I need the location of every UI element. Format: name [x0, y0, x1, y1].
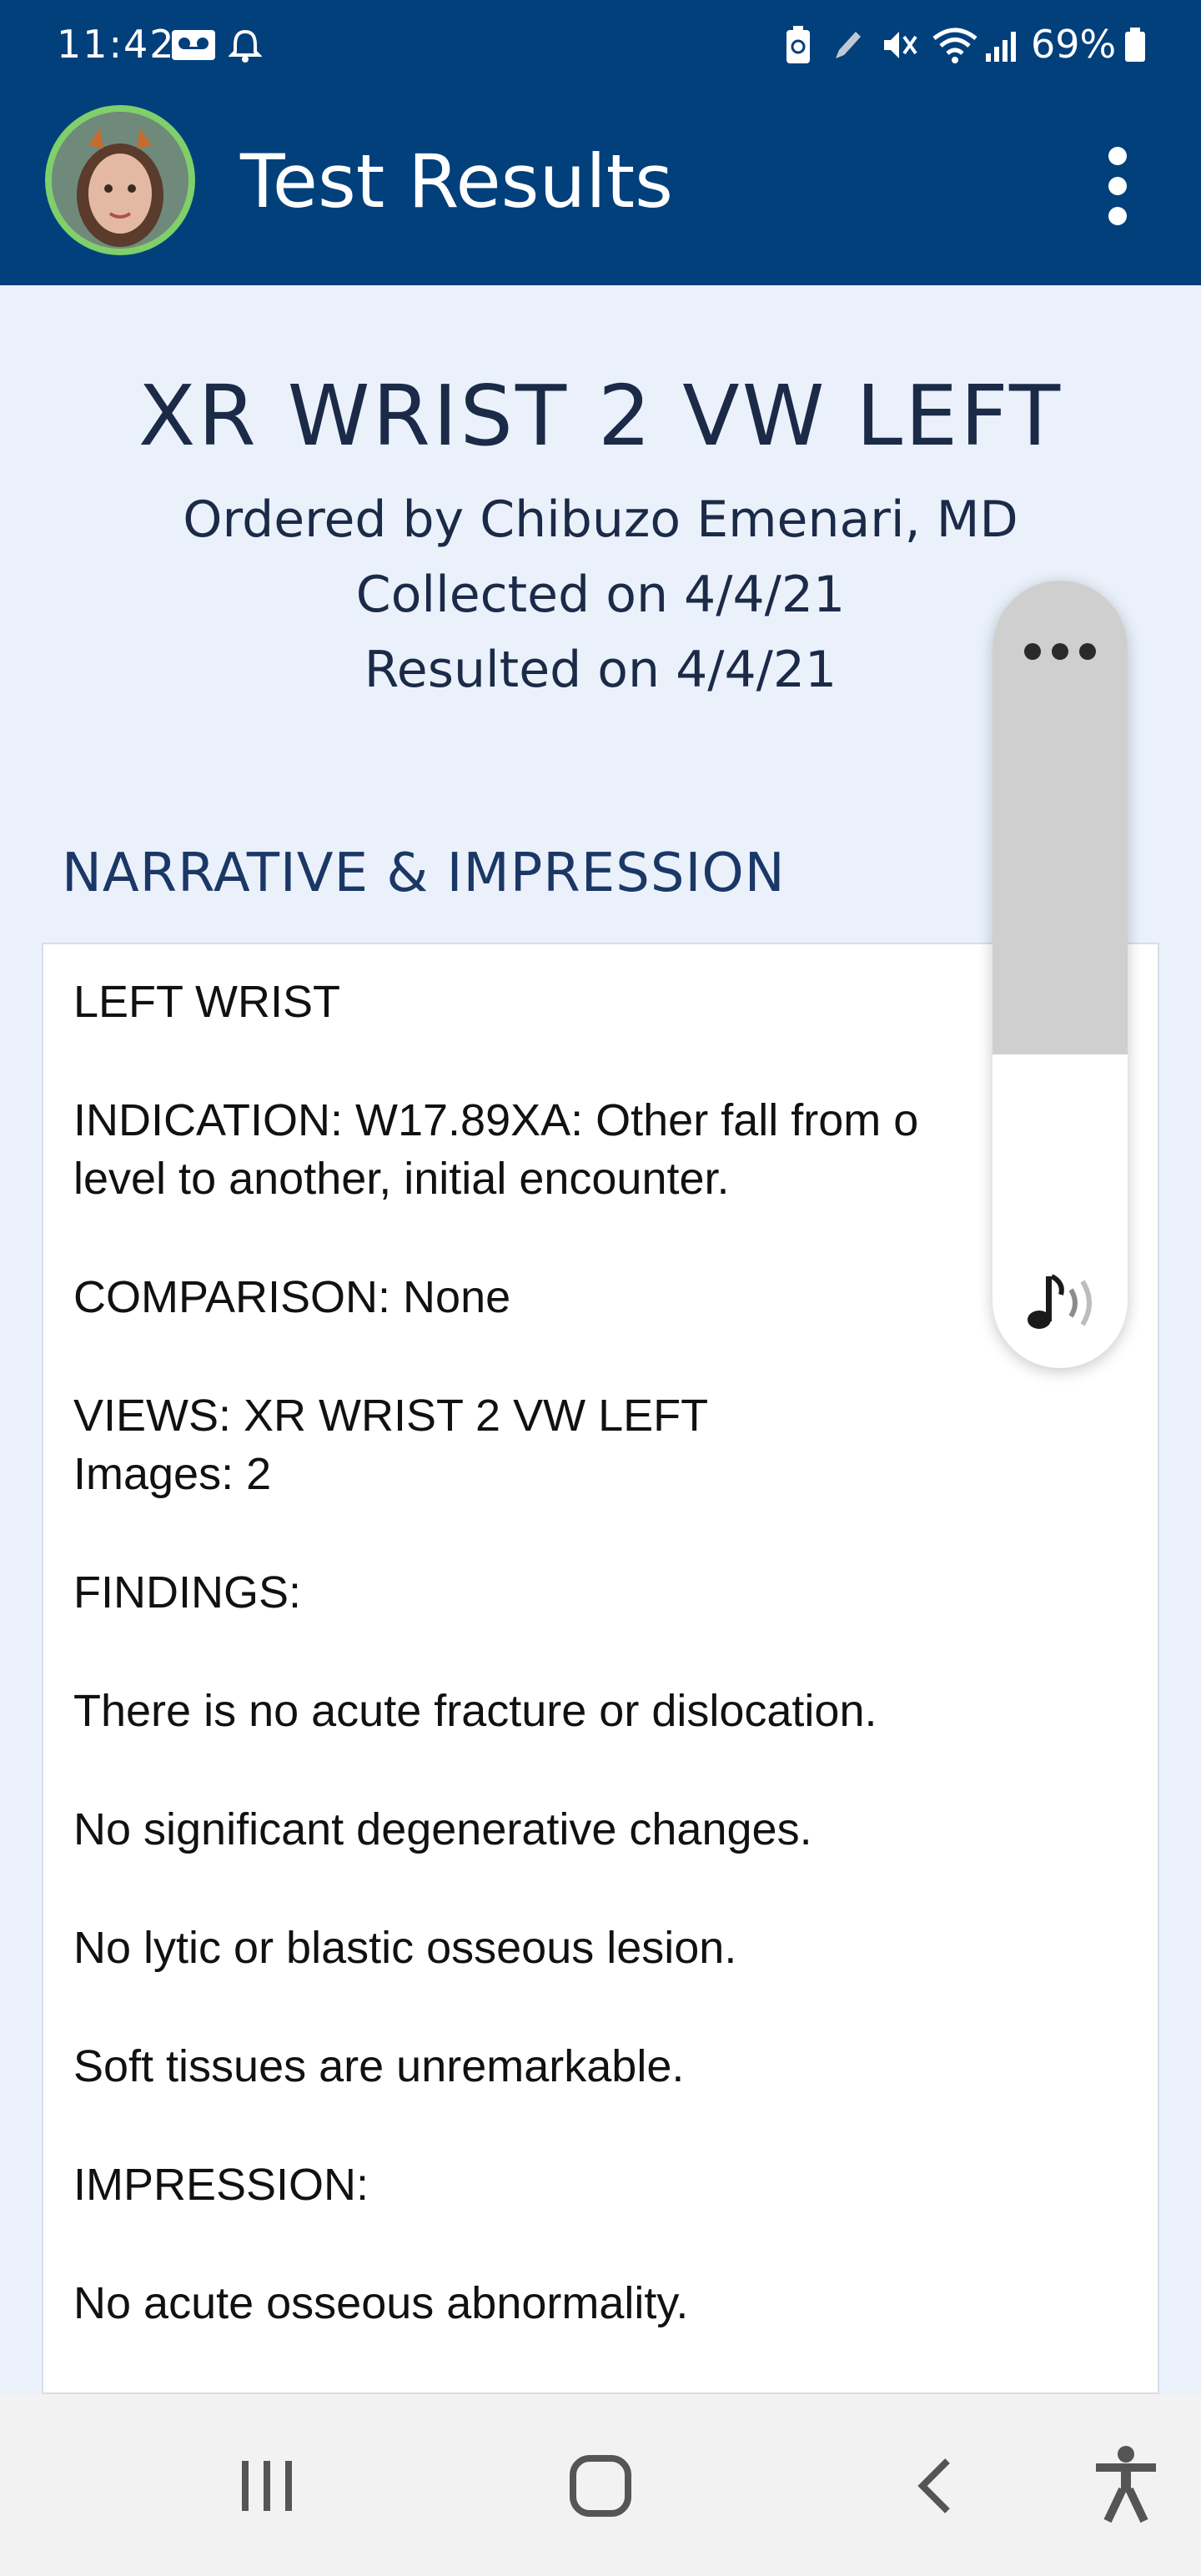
- signal-icon: [986, 32, 1016, 62]
- battery-saver-icon: [786, 26, 810, 63]
- app-header: 11:42 69% Test Results: [0, 0, 1201, 285]
- report-line: COMPARISON: None: [73, 1272, 511, 1322]
- more-vert-icon[interactable]: [1098, 140, 1138, 232]
- app-bar-title: Test Results: [240, 138, 674, 224]
- back-icon[interactable]: [914, 2456, 956, 2516]
- status-time: 11:42: [57, 22, 176, 67]
- battery-percent: 69%: [1031, 22, 1117, 67]
- recents-icon[interactable]: [237, 2456, 297, 2516]
- battery-icon: [1125, 28, 1145, 62]
- home-icon[interactable]: [569, 2454, 632, 2518]
- report-line: level to another, initial encounter.: [73, 1154, 730, 1204]
- report-line: LEFT WRIST: [73, 977, 341, 1027]
- volume-panel[interactable]: [992, 581, 1128, 1368]
- report-line: No acute osseous abnormality.: [73, 2278, 689, 2328]
- wifi-icon: [932, 28, 977, 63]
- avatar[interactable]: [45, 105, 195, 255]
- more-horiz-icon[interactable]: [1024, 639, 1096, 664]
- report-line: FINDINGS:: [73, 1567, 302, 1618]
- ordered-by: Ordered by Chibuzo Emenari, MD: [183, 491, 1018, 549]
- section-heading: NARRATIVE & IMPRESSION: [62, 843, 786, 904]
- report-line: Soft tissues are unremarkable.: [73, 2041, 685, 2091]
- status-bar: 11:42 69%: [0, 0, 1201, 92]
- report-line: INDICATION: W17.89XA: Other fall from o: [73, 1095, 919, 1145]
- alarm-icon: [229, 29, 262, 63]
- report-line: No lytic or blastic osseous lesion.: [73, 1923, 737, 1973]
- accessibility-icon[interactable]: [1093, 2444, 1159, 2524]
- report-line: VIEWS: XR WRIST 2 VW LEFT: [73, 1391, 709, 1441]
- navigation-bar: [0, 2394, 1201, 2576]
- music-volume-icon[interactable]: [1019, 1265, 1103, 1340]
- report-line: IMPRESSION:: [73, 2160, 369, 2210]
- voicemail-icon: [172, 30, 215, 60]
- avatar-photo: [52, 112, 188, 249]
- test-title: XR WRIST 2 VW LEFT: [138, 367, 1063, 465]
- report-line: No significant degenerative changes.: [73, 1804, 812, 1854]
- report-line: Images: 2: [73, 1449, 272, 1499]
- edit-icon: [836, 32, 861, 58]
- report-line: There is no acute fracture or dislocatio…: [73, 1686, 877, 1736]
- mute-vibrate-icon: [884, 32, 917, 58]
- report-card: LEFT WRIST INDICATION: W17.89XA: Other f…: [42, 943, 1159, 2394]
